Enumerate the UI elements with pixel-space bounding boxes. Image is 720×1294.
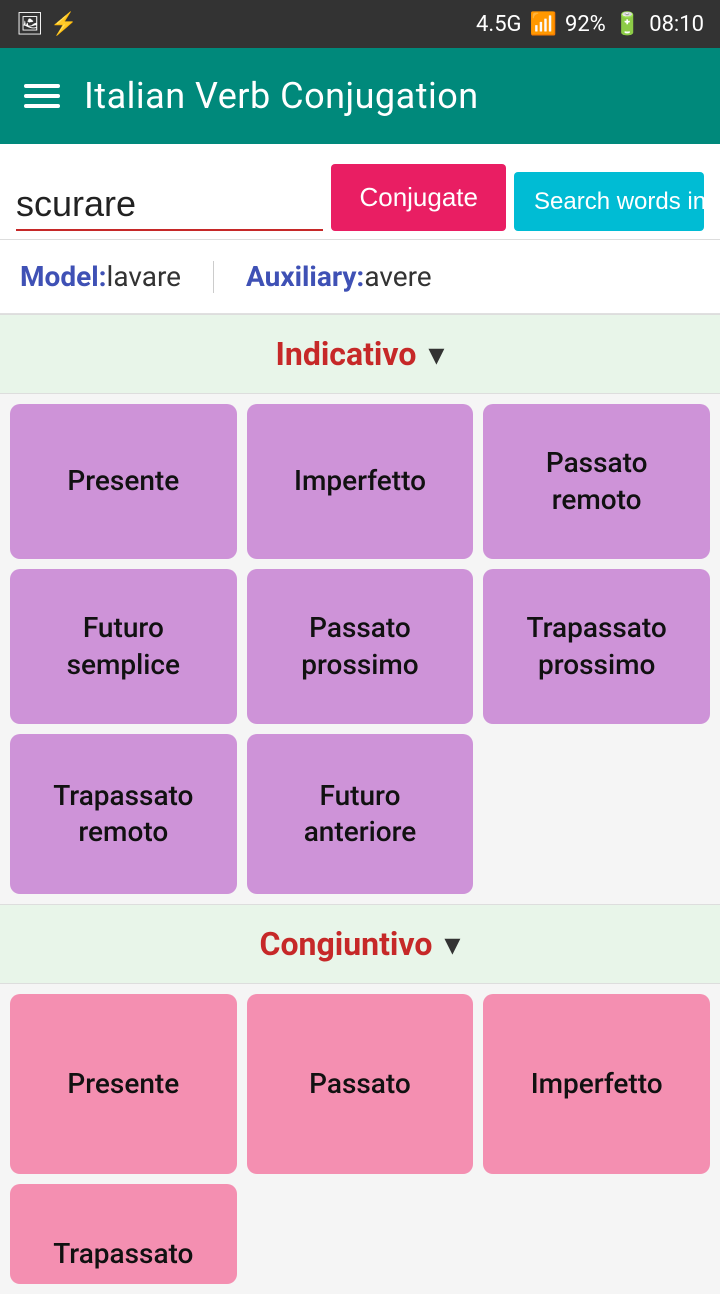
model-value: lavare bbox=[107, 260, 182, 293]
clock: 08:10 bbox=[649, 12, 704, 37]
tense-label-imperfetto: Imperfetto bbox=[294, 463, 426, 499]
indicativo-chevron-icon: ▾ bbox=[428, 335, 444, 373]
congiuntivo-label-passato: Passato bbox=[309, 1066, 411, 1102]
indicativo-grid: Presente Imperfetto Passato remoto Futur… bbox=[0, 394, 720, 904]
congiuntivo-cell-presente[interactable]: Presente bbox=[10, 994, 237, 1174]
verb-input-wrap bbox=[16, 183, 323, 231]
tense-cell-trapassato-remoto[interactable]: Trapassato remoto bbox=[10, 734, 237, 894]
tense-label-presente: Presente bbox=[67, 463, 179, 499]
congiuntivo-title: Congiuntivo bbox=[260, 925, 433, 963]
tense-label-trapassato-prossimo: Trapassato prossimo bbox=[499, 610, 694, 683]
tense-label-passato-prossimo: Passato prossimo bbox=[263, 610, 458, 683]
search-context-button[interactable]: Search words in Context bbox=[514, 172, 704, 231]
tense-label-futuro-anteriore: Futuro anteriore bbox=[263, 778, 458, 851]
battery-percentage: 92% bbox=[565, 12, 606, 37]
congiuntivo-label-presente: Presente bbox=[67, 1066, 179, 1102]
network-indicator: 4.5G bbox=[476, 12, 522, 37]
tense-cell-futuro-semplice[interactable]: Futuro semplice bbox=[10, 569, 237, 724]
model-label: Model: bbox=[20, 260, 107, 293]
congiuntivo-cell-passato[interactable]: Passato bbox=[247, 994, 474, 1174]
conjugate-button[interactable]: Conjugate bbox=[331, 164, 506, 231]
model-row: Model: lavare Auxiliary: avere bbox=[0, 240, 720, 314]
signal-icon: 📶 bbox=[530, 12, 557, 37]
tense-cell-imperfetto[interactable]: Imperfetto bbox=[247, 404, 474, 559]
tense-cell-passato-remoto[interactable]: Passato remoto bbox=[483, 404, 710, 559]
congiuntivo-cell-trapassato[interactable]: Trapassato bbox=[10, 1184, 237, 1284]
tense-cell-futuro-anteriore[interactable]: Futuro anteriore bbox=[247, 734, 474, 894]
flash-icon: ⚡ bbox=[50, 12, 77, 37]
tense-cell-presente[interactable]: Presente bbox=[10, 404, 237, 559]
photo-icon: 🖼 bbox=[16, 12, 44, 37]
congiuntivo-chevron-icon: ▾ bbox=[444, 925, 460, 963]
verb-input[interactable] bbox=[16, 183, 323, 225]
tense-label-futuro-semplice: Futuro semplice bbox=[26, 610, 221, 683]
congiuntivo-grid: Presente Passato Imperfetto Trapassato bbox=[0, 984, 720, 1294]
congiuntivo-label-imperfetto: Imperfetto bbox=[531, 1066, 663, 1102]
congiuntivo-cell-imperfetto[interactable]: Imperfetto bbox=[483, 994, 710, 1174]
app-bar: Italian Verb Conjugation bbox=[0, 48, 720, 144]
tense-label-trapassato-remoto: Trapassato remoto bbox=[26, 778, 221, 851]
congiuntivo-section-header[interactable]: Congiuntivo ▾ bbox=[0, 904, 720, 984]
battery-icon: 🔋 bbox=[614, 12, 641, 37]
tense-cell-empty bbox=[483, 734, 710, 894]
congiuntivo-label-trapassato: Trapassato bbox=[53, 1236, 193, 1272]
indicativo-title: Indicativo bbox=[276, 335, 417, 373]
search-row: Conjugate Search words in Context bbox=[0, 144, 720, 240]
tense-label-passato-remoto: Passato remoto bbox=[499, 445, 694, 518]
auxiliary-label: Auxiliary: bbox=[246, 260, 364, 293]
indicativo-section-header[interactable]: Indicativo ▾ bbox=[0, 314, 720, 394]
model-divider bbox=[213, 261, 214, 293]
app-title: Italian Verb Conjugation bbox=[84, 75, 479, 117]
status-bar: 🖼 ⚡ 4.5G 📶 92% 🔋 08:10 bbox=[0, 0, 720, 48]
auxiliary-value: avere bbox=[364, 260, 431, 293]
tense-cell-passato-prossimo[interactable]: Passato prossimo bbox=[247, 569, 474, 724]
menu-button[interactable] bbox=[24, 84, 60, 108]
tense-cell-trapassato-prossimo[interactable]: Trapassato prossimo bbox=[483, 569, 710, 724]
